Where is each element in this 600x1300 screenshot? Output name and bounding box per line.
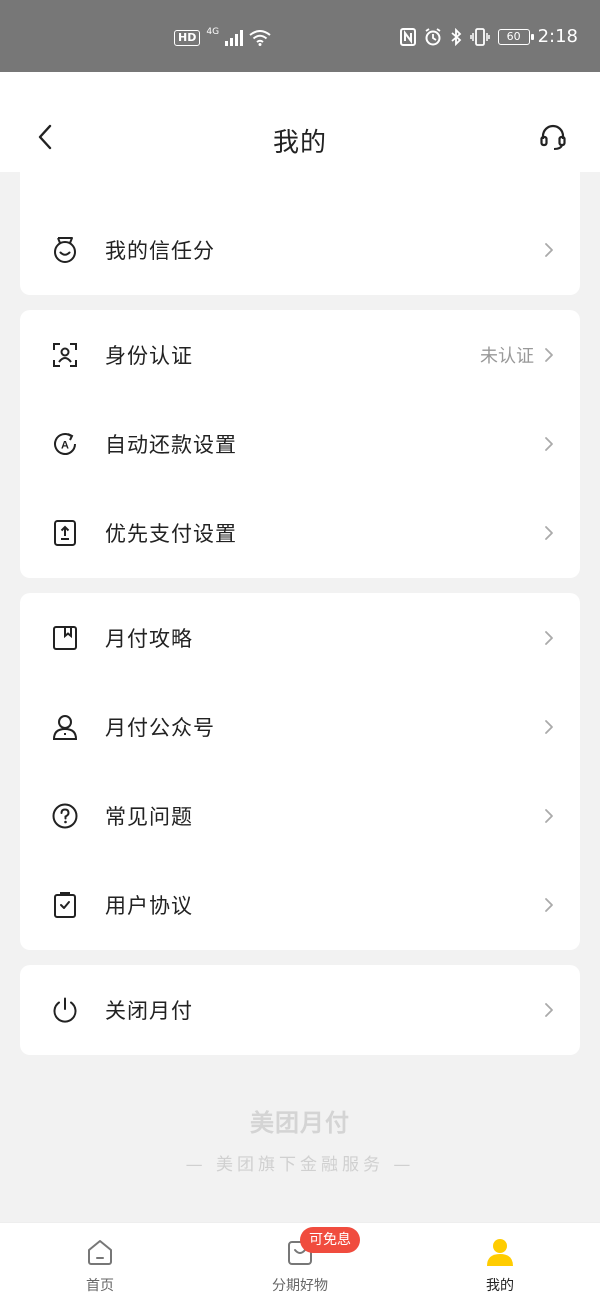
alarm-icon — [424, 27, 442, 46]
menu-item-label: 用户协议 — [105, 893, 193, 918]
menu-item-label: 关闭月付 — [105, 998, 193, 1023]
guide-book-icon — [50, 623, 80, 653]
home-icon — [85, 1237, 115, 1267]
bottom-nav: 首页 可免息 分期好物 我的 — [0, 1222, 600, 1300]
card-settings: 身份认证 未认证 A 自动还款设置 优先支付设置 — [20, 310, 580, 578]
header: 我的 — [0, 72, 600, 172]
menu-item-guide[interactable]: 月付攻略 — [20, 593, 580, 682]
menu-item-label: 身份认证 — [105, 343, 193, 368]
menu-item-official-account[interactable]: 月付公众号 — [20, 682, 580, 771]
nav-label: 分期好物 — [272, 1278, 328, 1294]
nfc-icon — [399, 27, 416, 46]
headset-icon — [539, 123, 567, 155]
signal-icon — [225, 30, 244, 46]
chevron-right-icon — [542, 435, 556, 453]
bluetooth-icon — [450, 27, 462, 46]
page-title: 我的 — [272, 128, 327, 158]
vibrate-icon — [469, 27, 490, 46]
menu-item-trust-score[interactable]: 我的信任分 — [20, 205, 580, 294]
status-bar: HD 4G 60 2:18 — [0, 0, 600, 72]
menu-item-label: 月付公众号 — [105, 715, 215, 740]
menu-item-priority-pay[interactable]: 优先支付设置 — [20, 488, 580, 577]
menu-item-label: 自动还款设置 — [105, 432, 237, 457]
id-verify-icon — [50, 340, 80, 370]
battery-indicator: 60 — [497, 28, 534, 45]
official-account-icon — [50, 712, 80, 742]
wifi-icon — [249, 30, 271, 46]
menu-item-label: 常见问题 — [105, 804, 193, 829]
question-icon — [50, 801, 80, 831]
menu-item-close-monthly-pay[interactable]: 关闭月付 — [20, 965, 580, 1054]
menu-item-agreement[interactable]: 用户协议 — [20, 860, 580, 949]
brand-subtitle: — 美团旗下金融服务 — — [185, 1155, 415, 1175]
auto-repay-icon: A — [50, 429, 80, 459]
menu-item-label: 月付攻略 — [105, 626, 193, 651]
status-bar-network: HD 4G — [174, 27, 271, 46]
chevron-right-icon — [542, 718, 556, 736]
svg-text:A: A — [61, 439, 69, 451]
chevron-right-icon — [542, 896, 556, 914]
nav-tab-goods[interactable]: 可免息 分期好物 — [200, 1223, 400, 1300]
agreement-icon — [50, 890, 80, 920]
chevron-right-icon — [542, 241, 556, 259]
chevron-right-icon — [542, 1001, 556, 1019]
verify-status: 未认证 — [480, 345, 534, 367]
nav-label: 我的 — [486, 1278, 514, 1294]
chevron-right-icon — [542, 807, 556, 825]
chevron-right-icon — [542, 524, 556, 542]
menu-item-label: 我的信任分 — [105, 238, 215, 263]
user-icon — [485, 1237, 515, 1267]
network-type: 4G — [206, 27, 220, 37]
priority-pay-icon — [50, 518, 80, 548]
power-icon — [50, 995, 80, 1025]
status-bar-system: 60 2:18 — [399, 26, 578, 47]
card-info: 月付攻略 月付公众号 常见问题 用户协议 — [20, 593, 580, 950]
menu-item-auto-repay[interactable]: A 自动还款设置 — [20, 399, 580, 488]
menu-item-id-verify[interactable]: 身份认证 未认证 — [20, 310, 580, 399]
menu-item-label: 优先支付设置 — [105, 521, 237, 546]
status-time: 2:18 — [537, 26, 578, 47]
hd-indicator: HD — [174, 30, 201, 46]
chevron-right-icon — [542, 346, 556, 364]
promo-badge: 可免息 — [300, 1227, 360, 1253]
customer-service-button[interactable] — [536, 122, 570, 156]
card-close: 关闭月付 — [20, 965, 580, 1055]
trust-score-icon — [50, 235, 80, 265]
nav-tab-home[interactable]: 首页 — [0, 1223, 200, 1300]
brand-logo-text: 美团月付 — [250, 1109, 350, 1137]
card-trust: 我的信任分 — [20, 172, 580, 295]
chevron-right-icon — [542, 629, 556, 647]
nav-label: 首页 — [86, 1278, 114, 1294]
nav-tab-mine[interactable]: 我的 — [400, 1223, 600, 1300]
menu-item-faq[interactable]: 常见问题 — [20, 771, 580, 860]
